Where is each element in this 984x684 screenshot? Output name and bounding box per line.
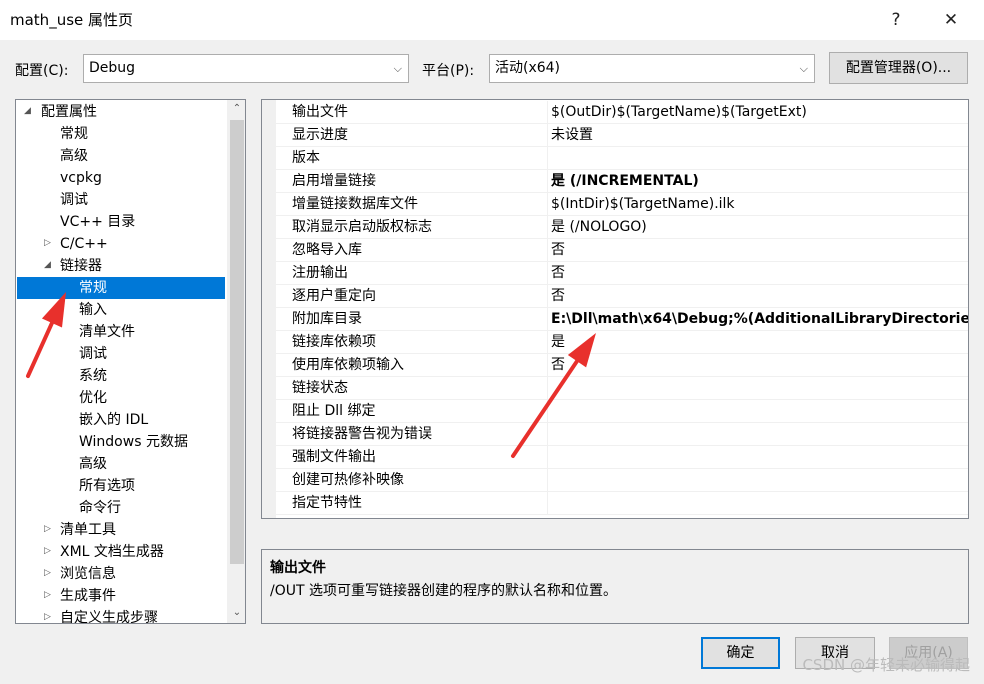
arrow-to-linker-general-shaft <box>26 320 54 378</box>
annotation-arrows <box>26 292 596 458</box>
arrow-to-linker-general-head <box>41 292 66 328</box>
arrow-to-library-dirs-shaft <box>511 359 579 458</box>
arrow-to-library-dirs-head <box>567 333 596 368</box>
